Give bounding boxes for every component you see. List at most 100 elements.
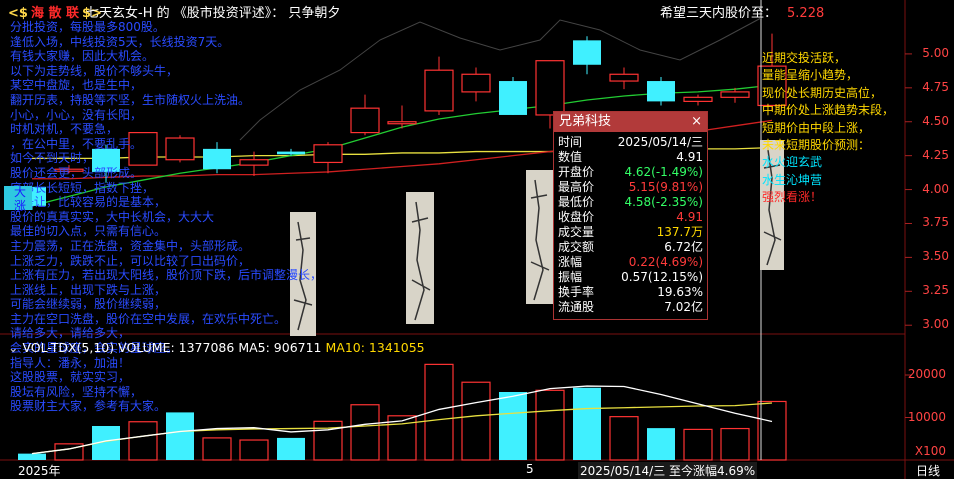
popup-row-label: 成交量	[558, 225, 595, 239]
popup-row: 开盘价 4.62(-1.49%)	[554, 165, 707, 180]
commentary-line: 最佳的切入点，只需有信心。	[10, 224, 167, 239]
popup-row-value: 2025/05/14/三	[617, 135, 703, 149]
volume-bar-down	[277, 437, 305, 460]
popup-row-label: 成交额	[558, 240, 595, 254]
commentary-line: 翻开历表，持股等不坚，生市随权火上洗油。	[10, 92, 251, 107]
popup-row-value: 4.91	[676, 210, 703, 224]
commentary-line: ，在公中里，不要乱手。	[10, 136, 143, 151]
stock-info-popup[interactable]: 兄弟科技 × 时间 2025/05/14/三 数值 4.91 开盘价 4.62(-1.49…	[553, 111, 708, 320]
commentary-line: 股票财主大家，参考有大家。	[10, 399, 167, 414]
popup-row: 涨幅 0.22(4.69%)	[554, 255, 707, 270]
commentary-line: 上涨有压力，若出现大阳线，股价顶下跌，后市调整漫长，	[10, 268, 323, 283]
period-selector[interactable]: 日线	[916, 462, 940, 479]
volume-bar-down	[647, 428, 675, 460]
signature-stamp-2	[406, 192, 434, 324]
candle-body-up	[424, 69, 454, 112]
commentary-line: 都是让，比较容易的是基本，	[10, 195, 167, 210]
volume-ma10: MA10: 1341055	[325, 340, 425, 355]
price-tick-label: 3.50	[922, 249, 949, 264]
candle-body-up	[609, 73, 639, 82]
candle-body-up	[461, 73, 491, 93]
brand-name: 海 散 联	[30, 6, 80, 21]
commentary-line: 指导人：潘永，加油！	[10, 355, 131, 370]
volume-indicator-name[interactable]: VOL-TDX(5,10)	[22, 340, 114, 355]
candle-body-up	[683, 96, 713, 102]
target-price-label: 希望三天内股价至：	[660, 6, 778, 21]
candle-body-up	[535, 60, 565, 116]
volume-bar-up	[202, 437, 232, 461]
commentary-line: 这股股票，就实实习，	[10, 370, 131, 385]
time-axis-month: 5	[526, 462, 534, 476]
left-small-label-1: 大	[14, 185, 27, 199]
popup-row-value: 5.15(9.81%)	[628, 180, 703, 194]
price-tick-label: 4.75	[922, 79, 949, 94]
popup-row-label: 开盘价	[558, 165, 595, 179]
popup-row-value: 4.62(-1.49%)	[624, 165, 703, 179]
forecast-note: 水生沁坤营	[762, 172, 823, 187]
volume-bar-down	[18, 453, 46, 460]
close-icon[interactable]: ×	[691, 112, 702, 132]
volume-bar-up	[461, 381, 491, 461]
popup-row-label: 流通股	[558, 300, 595, 314]
volume-tick-label: 20000	[907, 367, 946, 381]
volume-header: ⌄ VOL-TDX(5,10) VOLUME: 1377086 MA5: 906…	[8, 340, 425, 355]
popup-row-label: 时间	[558, 135, 583, 149]
volume-bar-up	[609, 416, 639, 461]
popup-row-value: 7.02亿	[664, 300, 703, 314]
price-tick-label: 4.25	[922, 147, 949, 162]
commentary-line: 分批投资，每股最多800股。	[10, 20, 165, 34]
candle-body-down	[573, 40, 601, 65]
volume-tick-label: 10000	[907, 409, 946, 424]
time-axis-year: 2025年	[18, 464, 61, 478]
chevron-down-icon[interactable]: ⌄	[8, 340, 22, 355]
target-price: 希望三天内股价至： 5.228	[660, 2, 824, 21]
popup-row: 换手率 19.63%	[554, 285, 707, 300]
commentary-line: 主力在空口洗盘，股价在空中发展，在欢乐中死亡。	[10, 311, 287, 326]
popup-row-value: 137.7万	[656, 225, 703, 239]
volume-unit-label: X100	[914, 444, 946, 458]
forecast-note: 未来短期股价预测：	[762, 138, 871, 153]
popup-rows: 时间 2025/05/14/三 数值 4.91 开盘价 4.62(-1.49%) 最高价 5.…	[554, 132, 707, 315]
popup-row-label: 收盘价	[558, 210, 595, 224]
popup-row: 成交量 137.7万	[554, 225, 707, 240]
popup-row-value: 0.22(4.69%)	[628, 255, 703, 269]
forecast-note: 短期价由中段上涨，	[762, 120, 871, 135]
commentary-line: 上涨乏力，跌跌不止，可以比较了口出码价，	[10, 253, 251, 268]
popup-row: 数值 4.91	[554, 150, 707, 165]
popup-row-label: 最高价	[558, 180, 595, 194]
price-tick-label: 3.25	[922, 283, 949, 298]
commentary-line: 主力震荡，正在洗盘，资金集中，头部形成。	[10, 238, 251, 253]
candle-body-up	[350, 107, 380, 134]
volume-bar-down	[573, 387, 601, 460]
popup-row-value: 6.72亿	[664, 240, 703, 254]
candle-body-down	[647, 81, 675, 102]
cursor-date-readout: 2025/05/14/三 至今涨幅4.69%	[578, 462, 758, 479]
volume-bar-down	[166, 412, 194, 460]
price-tick-label: 5.00	[922, 45, 949, 60]
popup-row-label: 换手率	[558, 285, 595, 299]
popup-row-label: 最低价	[558, 195, 595, 209]
price-tick-label: 3.00	[922, 317, 949, 332]
forecast-note: 量能呈缩小趋势，	[762, 68, 859, 83]
candle-body-down	[499, 81, 527, 115]
popup-row-value: 0.57(12.15%)	[621, 270, 703, 284]
forecast-note: 近期交投活跃，	[762, 51, 847, 65]
price-tick-label: 4.50	[922, 113, 949, 128]
volume-bar-up	[239, 439, 269, 461]
popup-row: 最低价 4.58(-2.35%)	[554, 195, 707, 210]
volume-bar-up	[350, 404, 380, 461]
commentary-line: 逢低入场，中线投资5天，长线投资7天。	[10, 34, 230, 49]
commentary-line: 如今不到天时，	[10, 151, 95, 166]
forecast-note: 中期价处上涨趋势末段，	[762, 103, 895, 118]
popup-row-label: 数值	[558, 150, 583, 164]
popup-row: 流通股 7.02亿	[554, 300, 707, 315]
popup-row-label: 涨幅	[558, 255, 583, 269]
forecast-note: 强烈看涨！	[762, 190, 823, 205]
volume-bar-up	[683, 428, 713, 461]
volume-bar-up	[535, 389, 565, 461]
popup-title: 兄弟科技	[559, 114, 612, 129]
target-price-value: 5.228	[787, 6, 825, 21]
left-small-label-2: 涨	[14, 199, 27, 213]
commentary-line: 以下为走势线，股价不够头牛，	[10, 63, 179, 78]
volume-bar-up	[720, 427, 750, 461]
